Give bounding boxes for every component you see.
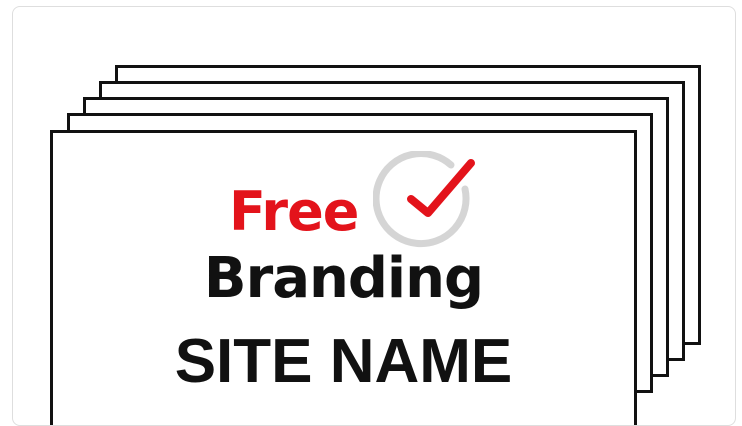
site-name-label: SITE NAME [174,327,513,396]
checkmark-circle-icon [373,151,475,247]
branding-card: Free Branding SITE NAME [12,6,736,426]
free-label: Free [229,180,359,243]
front-sheet: Free Branding SITE NAME [50,130,637,425]
branding-label: Branding [203,246,484,311]
